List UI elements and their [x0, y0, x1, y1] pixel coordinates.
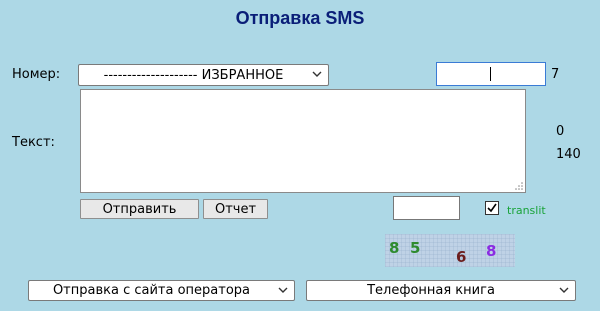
captcha-input[interactable] [393, 196, 460, 220]
translit-checkbox[interactable] [485, 201, 499, 215]
phonebook-select-value: Телефонная книга [367, 283, 495, 298]
captcha-char-2: 5 [410, 239, 420, 257]
resize-grip-icon[interactable] [515, 182, 523, 190]
text-label: Текст: [12, 135, 55, 150]
number-select[interactable]: -------------------- ИЗБРАННОЕ [78, 64, 329, 86]
page-title: Отправка SMS [235, 8, 365, 28]
translit-label: translit [507, 204, 546, 217]
phonebook-select[interactable]: Телефонная книга [306, 280, 576, 301]
captcha-char-1: 8 [389, 239, 399, 257]
chevron-down-icon [277, 284, 289, 296]
chars-count: 0 [556, 124, 565, 139]
phone-input[interactable] [436, 62, 546, 86]
send-button[interactable]: Отправить [80, 199, 199, 219]
chevron-down-icon [558, 284, 570, 296]
message-textarea[interactable] [80, 89, 526, 193]
number-select-value: -------------------- ИЗБРАННОЕ [103, 67, 284, 83]
captcha-image: 8 5 6 8 [385, 234, 515, 267]
operator-select[interactable]: Отправка с сайта оператора [28, 280, 295, 301]
captcha-char-3: 6 [456, 248, 466, 266]
report-button[interactable]: Отчет [203, 199, 268, 219]
text-caret [490, 67, 491, 81]
phone-digits-count: 7 [551, 67, 560, 82]
chevron-down-icon [311, 68, 323, 80]
captcha-char-4: 8 [486, 242, 496, 260]
number-label: Номер: [12, 67, 61, 82]
operator-select-value: Отправка с сайта оператора [52, 283, 251, 298]
chars-remaining: 140 [556, 147, 581, 162]
check-icon [487, 203, 497, 213]
